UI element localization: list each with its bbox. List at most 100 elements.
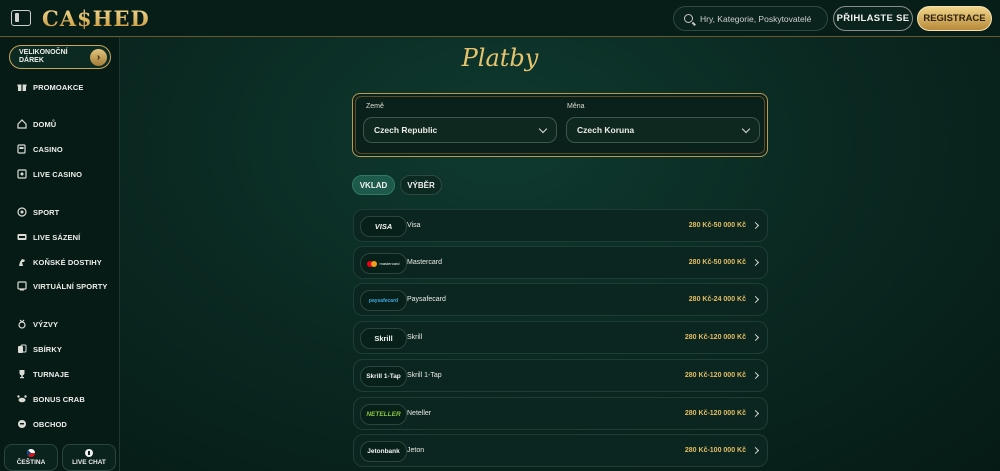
- payment-range: 280 Kč-50 000 Kč: [688, 222, 746, 229]
- payment-name: Paysafecard: [407, 296, 446, 303]
- chevron-right-icon: [751, 371, 760, 380]
- sidebar-item-label: SBÍRKY: [33, 344, 62, 354]
- sidebar: VELIKONOČNÍ DÁREK › PROMOAKCE DOMŮ CASIN…: [0, 38, 120, 471]
- home-icon: [16, 119, 27, 130]
- mastercard-logo: mastercard: [360, 253, 407, 274]
- sidebar-item-label: LIVE SÁZENÍ: [33, 232, 81, 242]
- top-header: CA$HED PŘIHLASTE SE REGISTRACE: [0, 0, 1000, 37]
- mastercard-logo-text: mastercard: [379, 261, 400, 266]
- cards-icon: [16, 344, 27, 355]
- payment-row-paysafecard[interactable]: paysafecard Paysafecard 280 Kč-24 000 Kč: [353, 283, 768, 316]
- paysafecard-logo: paysafecard: [360, 290, 407, 311]
- sidebar-item-promotions[interactable]: PROMOAKCE: [16, 80, 84, 94]
- payment-name: Mastercard: [407, 259, 443, 266]
- chevron-right-icon: [751, 333, 760, 342]
- horse-icon: [16, 257, 27, 268]
- page-title: Platby: [461, 44, 539, 72]
- currency-select[interactable]: Czech Koruna: [566, 117, 760, 143]
- payment-name: Visa: [407, 222, 421, 229]
- virtual-sports-icon: [16, 281, 27, 292]
- chevron-right-icon: [751, 295, 760, 304]
- search-input[interactable]: [700, 13, 820, 24]
- chevron-right-icon: ›: [90, 49, 107, 66]
- live-betting-icon: [16, 232, 27, 243]
- tab-withdraw[interactable]: VÝBĚR: [400, 175, 442, 195]
- sidebar-item-label: DOMŮ: [33, 119, 57, 129]
- payment-range: 280 Kč-50 000 Kč: [688, 259, 746, 266]
- currency-label: Měna: [567, 103, 585, 110]
- currency-value: Czech Koruna: [577, 125, 635, 135]
- sidebar-item-virtual-sports[interactable]: VIRTUÁLNÍ SPORTY: [16, 279, 108, 293]
- payment-range: 280 Kč-120 000 Kč: [684, 410, 746, 417]
- logo[interactable]: CA$HED: [42, 6, 150, 31]
- chevron-right-icon: [751, 221, 760, 230]
- sidebar-item-tournaments[interactable]: TURNAJE: [16, 367, 69, 381]
- payment-row-skrill-1tap[interactable]: Skrill 1-Tap Skrill 1-Tap 280 Kč-120 000…: [353, 359, 768, 392]
- sidebar-item-bonus-crab[interactable]: BONUS CRAB: [16, 392, 85, 406]
- language-button[interactable]: ČEŠTINA: [4, 444, 58, 471]
- live-chat-button[interactable]: LIVE CHAT: [62, 444, 116, 471]
- soccer-ball-icon: [16, 207, 27, 218]
- sidebar-item-shop[interactable]: OBCHOD: [16, 417, 67, 431]
- sidebar-toggle-icon[interactable]: [11, 10, 31, 26]
- chevron-right-icon: [751, 409, 760, 418]
- tab-deposit[interactable]: VKLAD: [352, 175, 395, 195]
- payment-row-jeton[interactable]: Jetonbank Jeton 280 Kč-100 000 Kč: [353, 434, 768, 467]
- sidebar-item-label: PROMOAKCE: [33, 82, 84, 92]
- visa-logo: VISA: [360, 216, 407, 237]
- payment-name: Neteller: [407, 410, 432, 417]
- sidebar-item-challenges[interactable]: VÝZVY: [16, 317, 58, 331]
- sidebar-item-label: OBCHOD: [33, 419, 67, 429]
- payment-row-neteller[interactable]: NETELLER Neteller 280 Kč-120 000 Kč: [353, 397, 768, 430]
- sidebar-item-horse-racing[interactable]: KOŇSKÉ DOSTIHY: [16, 255, 102, 269]
- sidebar-item-label: SPORT: [33, 207, 60, 217]
- gift-label-line2: DÁREK: [19, 57, 44, 64]
- sidebar-item-live-betting[interactable]: LIVE SÁZENÍ: [16, 230, 80, 244]
- info-icon: [85, 449, 93, 457]
- live-casino-icon: [16, 169, 27, 180]
- sidebar-item-label: TURNAJE: [33, 369, 70, 379]
- trophy-icon: [16, 369, 27, 380]
- login-button[interactable]: PŘIHLASTE SE: [833, 6, 913, 31]
- sidebar-item-label: VIRTUÁLNÍ SPORTY: [33, 281, 108, 291]
- payment-row-skrill[interactable]: Skrill Skrill 280 Kč-120 000 Kč: [353, 321, 768, 354]
- search-icon: [684, 14, 693, 23]
- sidebar-item-label: LIVE CASINO: [33, 169, 83, 179]
- sidebar-item-collections[interactable]: SBÍRKY: [16, 342, 62, 356]
- payment-range: 280 Kč-24 000 Kč: [688, 296, 746, 303]
- payment-range: 280 Kč-120 000 Kč: [684, 372, 746, 379]
- shop-icon: [16, 419, 27, 430]
- language-label: ČEŠTINA: [16, 459, 46, 466]
- skrill-1tap-logo: Skrill 1-Tap: [360, 366, 407, 387]
- easter-gift-button[interactable]: VELIKONOČNÍ DÁREK ›: [9, 45, 111, 69]
- sidebar-item-casino[interactable]: CASINO: [16, 142, 63, 156]
- sidebar-item-label: BONUS CRAB: [33, 394, 85, 404]
- country-value: Czech Republic: [374, 125, 438, 135]
- skrill-logo: Skrill: [360, 328, 407, 349]
- sidebar-item-live-casino[interactable]: LIVE CASINO: [16, 167, 82, 181]
- sidebar-item-home[interactable]: DOMŮ: [16, 117, 56, 131]
- slot-machine-icon: [16, 144, 27, 155]
- sidebar-item-sport[interactable]: SPORT: [16, 205, 59, 219]
- country-label: Země: [366, 103, 384, 110]
- payment-row-visa[interactable]: VISA Visa 280 Kč-50 000 Kč: [353, 209, 768, 242]
- chevron-down-icon: [538, 124, 548, 134]
- payment-name: Skrill: [407, 334, 423, 341]
- czech-flag-icon: [27, 449, 35, 457]
- register-button[interactable]: REGISTRACE: [917, 6, 992, 31]
- country-select[interactable]: Czech Republic: [363, 117, 557, 143]
- payment-range: 280 Kč-100 000 Kč: [684, 447, 746, 454]
- gift-label-line1: VELIKONOČNÍ: [19, 49, 68, 56]
- gift-icon: [16, 82, 27, 93]
- jeton-logo: Jetonbank: [360, 441, 407, 462]
- payment-name: Jeton: [407, 447, 425, 454]
- search-box[interactable]: [673, 6, 828, 31]
- medal-icon: [16, 319, 27, 330]
- chevron-right-icon: [751, 258, 760, 267]
- sidebar-item-label: VÝZVY: [33, 319, 59, 329]
- sidebar-item-label: KOŇSKÉ DOSTIHY: [33, 257, 102, 267]
- payment-row-mastercard[interactable]: mastercard Mastercard 280 Kč-50 000 Kč: [353, 246, 768, 279]
- payment-range: 280 Kč-120 000 Kč: [684, 334, 746, 341]
- chevron-right-icon: [751, 446, 760, 455]
- live-chat-label: LIVE CHAT: [72, 459, 106, 466]
